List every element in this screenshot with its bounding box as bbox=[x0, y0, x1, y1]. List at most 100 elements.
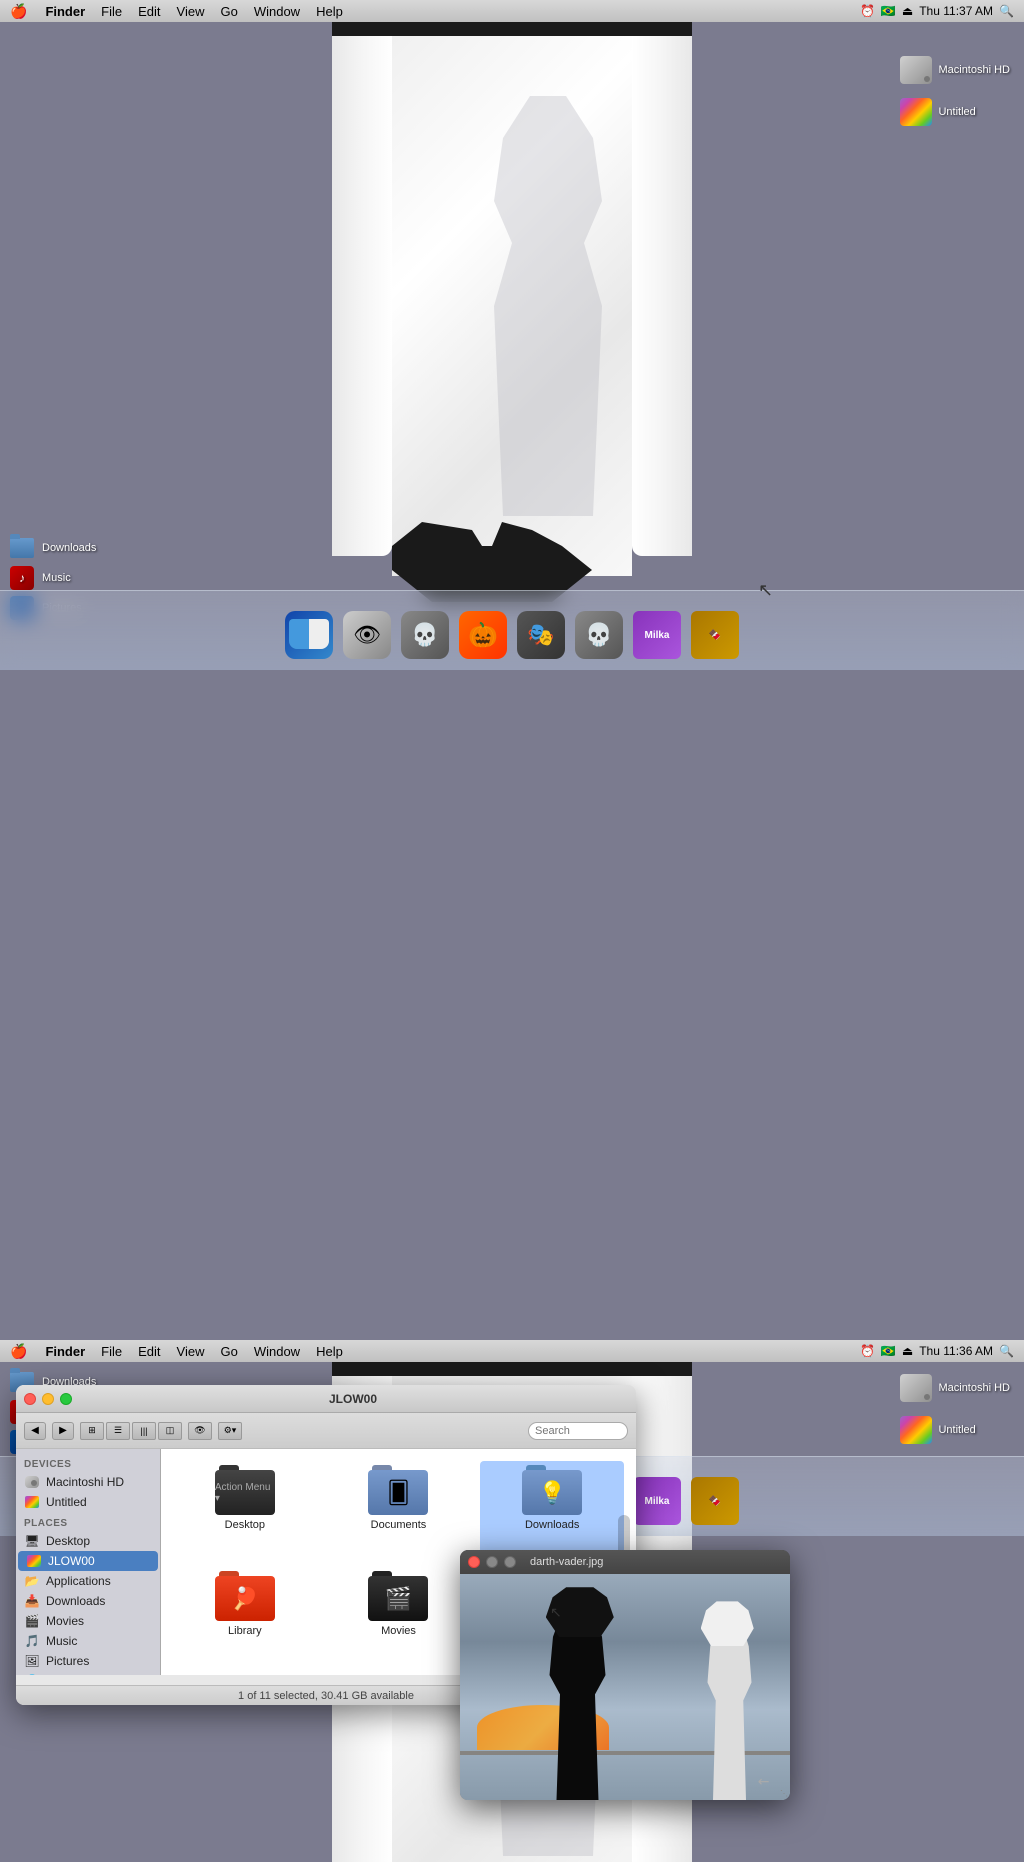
preview-min-button[interactable] bbox=[486, 1556, 498, 1568]
dock-milka-top[interactable]: Milka bbox=[630, 608, 684, 662]
eject-icon[interactable]: ⏏ bbox=[902, 4, 913, 18]
back-button[interactable]: ◀ bbox=[24, 1422, 46, 1440]
sidebar-applications[interactable]: 📂 Applications bbox=[16, 1571, 160, 1591]
pumpkin-icon-top: 🎃 bbox=[459, 611, 507, 659]
desktop-folder-label: Desktop bbox=[225, 1519, 265, 1531]
sidebar-music[interactable]: 🎵 Music bbox=[16, 1631, 160, 1651]
view-menu-bottom[interactable]: View bbox=[169, 1344, 213, 1359]
library-folder-label: Library bbox=[228, 1625, 262, 1637]
downloads-icon-top bbox=[10, 536, 34, 560]
file-library[interactable]: 🏓 Library bbox=[173, 1567, 317, 1663]
finder-window-title: JLOW00 bbox=[78, 1392, 628, 1406]
edit-menu-bottom[interactable]: Edit bbox=[130, 1344, 168, 1359]
untitled-disk-icon-b[interactable]: Untitled bbox=[896, 1412, 1014, 1448]
pictures-sidebar-label: Pictures bbox=[46, 1654, 89, 1668]
file-documents[interactable]: 🂠 Documents bbox=[327, 1461, 471, 1557]
preview-max-button[interactable] bbox=[504, 1556, 516, 1568]
trooper-helmet bbox=[701, 1601, 754, 1646]
minimize-button[interactable] bbox=[42, 1393, 54, 1405]
finder-box-top bbox=[285, 611, 333, 659]
help-menu-bottom[interactable]: Help bbox=[308, 1344, 351, 1359]
macintoshi-hd-icon[interactable]: Macintoshi HD bbox=[896, 52, 1014, 88]
music-stack-top[interactable]: ♪ Music bbox=[10, 566, 96, 590]
dock-masked-top[interactable]: 🎭 bbox=[514, 608, 568, 662]
apple-menu-bottom[interactable]: 🍎 bbox=[0, 1343, 37, 1360]
desktop-sidebar-label: Desktop bbox=[46, 1534, 90, 1548]
resize-handle[interactable]: ⋱ bbox=[774, 1784, 790, 1800]
desktop-icons-top-right: Macintoshi HD Untitled bbox=[896, 52, 1014, 130]
dock-skull-top[interactable]: 💀 bbox=[398, 608, 452, 662]
vader-scene: ↖ bbox=[460, 1574, 790, 1800]
apple-menu[interactable]: 🍎 bbox=[0, 3, 37, 20]
clock-bottom: Thu 11:36 AM bbox=[919, 1344, 993, 1358]
action-btn[interactable]: ⚙▾ bbox=[218, 1422, 242, 1440]
time-machine-icon[interactable]: ⏰ bbox=[860, 4, 875, 18]
finder-toolbar: ◀ ▶ ⊞ ☰ ||| ◫ 👁 ⚙▾ bbox=[16, 1413, 636, 1449]
resize-dots: ⋱ bbox=[780, 1790, 788, 1798]
file-menu[interactable]: File bbox=[93, 4, 130, 19]
preview-close-button[interactable] bbox=[468, 1556, 480, 1568]
help-menu[interactable]: Help bbox=[308, 4, 351, 19]
column-view-btn[interactable]: ||| bbox=[132, 1422, 156, 1440]
curtain-left bbox=[332, 36, 392, 556]
untitled-disk-icon[interactable]: Untitled bbox=[896, 94, 1014, 130]
clock-top: Thu 11:37 AM bbox=[919, 4, 993, 18]
spotlight-icon-b[interactable]: 🔍 bbox=[999, 1344, 1014, 1358]
statusbar-text: 1 of 11 selected, 30.41 GB available bbox=[238, 1690, 414, 1702]
dock-snack-top[interactable]: 🍫 bbox=[688, 608, 742, 662]
downloads-stack-top[interactable]: Downloads bbox=[10, 536, 96, 560]
dock-snack-bottom[interactable]: 🍫 bbox=[688, 1474, 742, 1528]
go-menu-bottom[interactable]: Go bbox=[212, 1344, 245, 1359]
dock-milka-bottom[interactable]: Milka bbox=[630, 1474, 684, 1528]
coverflow-view-btn[interactable]: ◫ bbox=[158, 1422, 182, 1440]
sidebar-jlow00[interactable]: JLOW00 bbox=[18, 1551, 158, 1571]
file-desktop[interactable]: Action Menu ▾ Desktop bbox=[173, 1461, 317, 1557]
menubar-bottom: 🍎 Finder File Edit View Go Window Help ⏰… bbox=[0, 1340, 1024, 1362]
pictures-sidebar-icon: 🖼 bbox=[24, 1653, 40, 1669]
sites-icon: 🌐 bbox=[24, 1673, 40, 1675]
window-menu[interactable]: Window bbox=[246, 4, 308, 19]
sidebar-pictures[interactable]: 🖼 Pictures bbox=[16, 1651, 160, 1671]
sidebar-desktop[interactable]: 🖥 Desktop bbox=[16, 1531, 160, 1551]
downloads-sidebar-label: Downloads bbox=[46, 1594, 105, 1608]
search-input[interactable] bbox=[528, 1422, 628, 1440]
documents-folder-label: Documents bbox=[371, 1519, 427, 1531]
time-machine-icon-b[interactable]: ⏰ bbox=[860, 1344, 875, 1358]
dock-eye-top[interactable]: 👁 bbox=[340, 608, 394, 662]
file-downloads[interactable]: 💡 Downloads bbox=[480, 1461, 624, 1557]
go-menu[interactable]: Go bbox=[212, 4, 245, 19]
edit-menu[interactable]: Edit bbox=[130, 4, 168, 19]
dock-top: 👁 💀 🎃 🎭 💀 Milka 🍫 bbox=[0, 590, 1024, 670]
spotlight-icon[interactable]: 🔍 bbox=[999, 4, 1014, 18]
finder-menu-bottom[interactable]: Finder bbox=[37, 1344, 93, 1359]
desktop-top: Macintoshi HD Untitled ↖ bbox=[0, 22, 1024, 622]
desktop-sidebar-icon: 🖥 bbox=[24, 1533, 40, 1549]
window-menu-bottom[interactable]: Window bbox=[246, 1344, 308, 1359]
forward-button[interactable]: ▶ bbox=[52, 1422, 74, 1440]
dock-finder-top[interactable] bbox=[282, 608, 336, 662]
vader-shadow bbox=[458, 96, 638, 516]
icon-view-btn[interactable]: ⊞ bbox=[80, 1422, 104, 1440]
sidebar-macintoshi-hd[interactable]: Macintoshi HD bbox=[16, 1472, 160, 1492]
maximize-button[interactable] bbox=[60, 1393, 72, 1405]
jlow00-label: JLOW00 bbox=[48, 1554, 95, 1568]
untitled-label-top: Untitled bbox=[938, 106, 975, 118]
dock-pumpkin-top[interactable]: 🎃 bbox=[456, 608, 510, 662]
list-view-btn[interactable]: ☰ bbox=[106, 1422, 130, 1440]
view-buttons: ⊞ ☰ ||| ◫ bbox=[80, 1422, 182, 1440]
file-movies[interactable]: 🎬 Movies bbox=[327, 1567, 471, 1663]
view-menu[interactable]: View bbox=[169, 4, 213, 19]
finder-menu[interactable]: Finder bbox=[37, 4, 93, 19]
eject-icon-b[interactable]: ⏏ bbox=[902, 1344, 913, 1358]
file-menu-bottom[interactable]: File bbox=[93, 1344, 130, 1359]
sidebar-movies[interactable]: 🎬 Movies bbox=[16, 1611, 160, 1631]
preview-btn[interactable]: 👁 bbox=[188, 1422, 212, 1440]
movies-icon: 🎬 bbox=[24, 1613, 40, 1629]
preview-image-area: ↖ ↙ ⋱ bbox=[460, 1574, 790, 1800]
sidebar-sites[interactable]: 🌐 Sites bbox=[16, 1671, 160, 1675]
close-button[interactable] bbox=[24, 1393, 36, 1405]
sidebar-downloads[interactable]: 📥 Downloads bbox=[16, 1591, 160, 1611]
sidebar-untitled[interactable]: Untitled bbox=[16, 1492, 160, 1512]
dock-skull2-top[interactable]: 💀 bbox=[572, 608, 626, 662]
macintoshi-hd-icon-b[interactable]: Macintoshi HD bbox=[896, 1370, 1014, 1406]
